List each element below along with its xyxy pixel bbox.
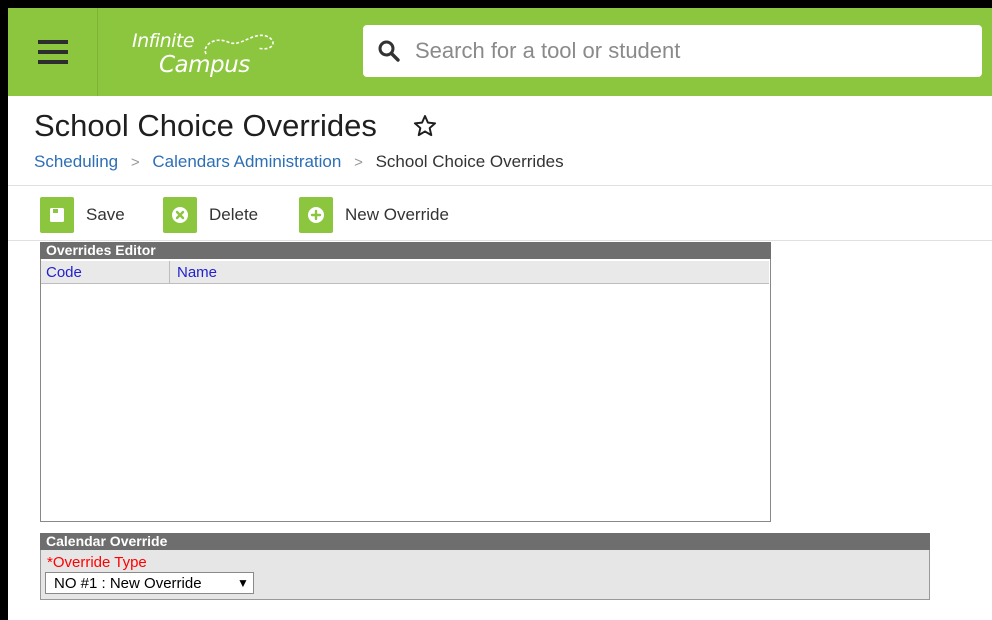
column-divider bbox=[169, 261, 170, 284]
divider bbox=[8, 240, 992, 241]
new-override-button-label: New Override bbox=[345, 205, 449, 224]
overrides-editor-header: Overrides Editor bbox=[40, 242, 771, 259]
save-button[interactable]: Save bbox=[40, 197, 140, 233]
hamburger-menu-icon-bar bbox=[38, 60, 68, 64]
overrides-editor-column-header: Code Name bbox=[41, 261, 769, 284]
save-icon bbox=[50, 208, 64, 222]
new-override-button[interactable]: New Override bbox=[299, 197, 479, 233]
search-input[interactable] bbox=[413, 33, 967, 69]
override-type-label: *Override Type bbox=[47, 554, 147, 571]
column-header-code[interactable]: Code bbox=[46, 264, 82, 281]
page-title: School Choice Overrides bbox=[34, 108, 377, 143]
logo-text-line2: Campus bbox=[159, 52, 250, 78]
breadcrumb: Scheduling > Calendars Administration > … bbox=[34, 152, 564, 172]
top-navigation-bar: Infinite Campus bbox=[8, 8, 992, 96]
breadcrumb-link-calendars-administration[interactable]: Calendars Administration bbox=[152, 152, 341, 171]
column-header-name[interactable]: Name bbox=[177, 264, 217, 281]
breadcrumb-link-scheduling[interactable]: Scheduling bbox=[34, 152, 118, 171]
chevron-right-icon: > bbox=[130, 154, 140, 171]
override-type-selected-value: NO #1 : New Override bbox=[54, 575, 202, 592]
star-outline-icon[interactable] bbox=[412, 113, 438, 139]
save-icon-box bbox=[40, 197, 74, 233]
save-button-label: Save bbox=[86, 205, 125, 224]
plus-circle-icon bbox=[308, 207, 324, 223]
calendar-override-header: Calendar Override bbox=[40, 533, 930, 550]
hamburger-menu-icon bbox=[38, 40, 68, 44]
chevron-right-icon: > bbox=[354, 154, 363, 171]
menu-button[interactable] bbox=[8, 8, 98, 96]
delete-circle-x-icon bbox=[172, 207, 188, 223]
override-type-select[interactable]: NO #1 : New Override ▼ bbox=[45, 572, 254, 594]
search-box[interactable] bbox=[363, 25, 982, 77]
logo-text-line1: Infinite bbox=[132, 30, 195, 52]
breadcrumb-current: School Choice Overrides bbox=[375, 152, 564, 171]
hamburger-menu-icon-bar bbox=[38, 50, 68, 54]
divider bbox=[8, 185, 992, 186]
overrides-editor-list[interactable] bbox=[40, 259, 771, 522]
delete-icon-box bbox=[163, 197, 197, 233]
delete-button[interactable]: Delete bbox=[163, 197, 273, 233]
new-icon-box bbox=[299, 197, 333, 233]
search-icon bbox=[378, 40, 400, 62]
infinite-campus-logo[interactable]: Infinite Campus bbox=[132, 24, 292, 80]
dropdown-arrow-icon: ▼ bbox=[237, 576, 249, 590]
app-window: Infinite Campus School Choice Overrides … bbox=[8, 8, 992, 620]
delete-button-label: Delete bbox=[209, 205, 259, 224]
